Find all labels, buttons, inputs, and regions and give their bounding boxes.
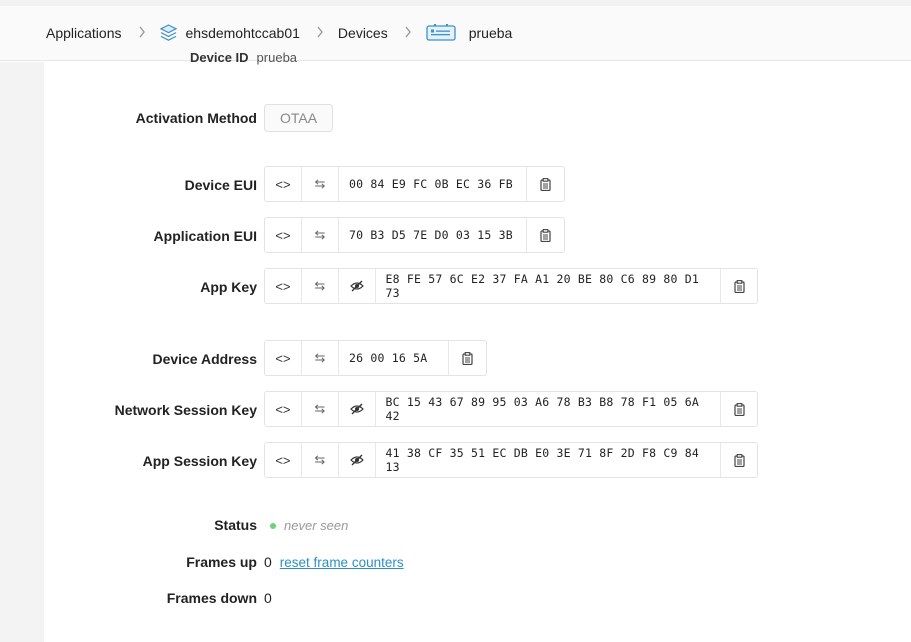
device-address-value[interactable]: 26 00 16 5A: [339, 341, 449, 375]
code-icon: <>: [275, 227, 291, 243]
swap-icon: ⇆: [314, 452, 326, 467]
clipboard-icon: [733, 279, 745, 293]
app-session-key-label: App Session Key: [142, 453, 257, 469]
frames-up-label: Frames up: [186, 554, 257, 570]
device-eui-label: Device EUI: [184, 177, 257, 193]
copy-button[interactable]: [721, 392, 757, 426]
device-address-row: Device Address <> ⇆ 26 00 16 5A: [44, 340, 911, 378]
eye-slash-icon: [349, 403, 364, 415]
activation-method-row: Activation Method OTAA: [44, 104, 911, 132]
app-key-label: App Key: [200, 279, 257, 295]
status-label: Status: [214, 517, 257, 533]
device-id-label: Device ID: [190, 50, 249, 65]
breadcrumb-device: prueba: [426, 23, 512, 43]
app-session-key-value[interactable]: 41 38 CF 35 51 EC DB E0 3E 71 8F 2D F8 C…: [376, 443, 722, 477]
swap-icon: ⇆: [314, 227, 326, 242]
clipboard-icon: [733, 402, 745, 416]
left-rail: [0, 62, 44, 642]
frames-up-value: 0: [264, 554, 272, 570]
code-icon: <>: [275, 176, 291, 192]
copy-button[interactable]: [527, 218, 563, 252]
visibility-toggle-button[interactable]: [339, 392, 376, 426]
device-eui-row: Device EUI <> ⇆ 00 84 E9 FC 0B EC 36 FB: [44, 166, 911, 204]
network-session-key-label: Network Session Key: [114, 402, 257, 418]
format-toggle-button[interactable]: <>: [265, 218, 302, 252]
device-address-label: Device Address: [152, 351, 257, 367]
application-eui-value[interactable]: 70 B3 D5 7E D0 03 15 3B: [339, 218, 527, 252]
byte-order-button[interactable]: ⇆: [302, 341, 339, 375]
application-eui-label: Application EUI: [153, 228, 257, 244]
byte-order-button[interactable]: ⇆: [302, 167, 339, 201]
device-id-row-clipped: Device ID prueba: [190, 46, 297, 66]
frames-down-row: Frames down 0: [44, 589, 911, 609]
breadcrumb-devices[interactable]: Devices: [338, 25, 388, 41]
format-toggle-button[interactable]: <>: [265, 392, 302, 426]
device-eui-value[interactable]: 00 84 E9 FC 0B EC 36 FB: [339, 167, 527, 201]
activation-method-badge: OTAA: [264, 104, 334, 132]
swap-icon: ⇆: [314, 278, 326, 293]
byte-order-button[interactable]: ⇆: [302, 269, 339, 303]
format-toggle-button[interactable]: <>: [265, 269, 302, 303]
copy-button[interactable]: [527, 167, 563, 201]
status-value: never seen: [284, 518, 349, 533]
copy-button[interactable]: [721, 443, 757, 477]
status-dot: [270, 522, 276, 529]
code-icon: <>: [275, 452, 291, 468]
format-toggle-button[interactable]: <>: [265, 341, 302, 375]
clipboard-icon: [733, 453, 745, 467]
network-session-key-value[interactable]: BC 15 43 67 89 95 03 A6 78 B3 B8 78 F1 0…: [376, 392, 722, 426]
byte-order-button[interactable]: ⇆: [302, 392, 339, 426]
clipboard-icon: [539, 177, 551, 191]
byte-order-button[interactable]: ⇆: [302, 218, 339, 252]
application-eui-row: Application EUI <> ⇆ 70 B3 D5 7E D0 03 1…: [44, 217, 911, 255]
app-key-value[interactable]: E8 FE 57 6C E2 37 FA A1 20 BE 80 C6 89 8…: [376, 269, 722, 303]
breadcrumb-application[interactable]: ehsdemohtccab01: [159, 24, 300, 42]
chevron-right-icon: [316, 26, 324, 41]
swap-icon: ⇆: [314, 350, 326, 365]
code-icon: <>: [275, 350, 291, 366]
frames-down-value: 0: [264, 590, 272, 606]
clipboard-icon: [539, 228, 551, 242]
frames-down-label: Frames down: [166, 590, 257, 606]
network-session-key-row: Network Session Key <> ⇆ BC 15 43 67 89 …: [44, 391, 911, 429]
eye-slash-icon: [349, 454, 364, 466]
visibility-toggle-button[interactable]: [339, 269, 376, 303]
application-eui-field: <> ⇆ 70 B3 D5 7E D0 03 15 3B: [264, 217, 565, 253]
activation-method-label: Activation Method: [135, 110, 257, 126]
swap-icon: ⇆: [314, 401, 326, 416]
network-session-key-field: <> ⇆ BC 15 43 67 89 95 03 A6 78 B3 B8 78…: [264, 391, 758, 427]
chevron-right-icon: [138, 26, 146, 41]
app-session-key-field: <> ⇆ 41 38 CF 35 51 EC DB E0 3E 71 8F 2D…: [264, 442, 758, 478]
status-row: Status never seen: [44, 516, 911, 536]
device-id-value: prueba: [256, 50, 298, 65]
format-toggle-button[interactable]: <>: [265, 443, 302, 477]
byte-order-button[interactable]: ⇆: [302, 443, 339, 477]
code-icon: <>: [275, 278, 291, 294]
reset-frame-counters-link[interactable]: reset frame counters: [280, 555, 404, 570]
frames-up-row: Frames up 0 reset frame counters: [44, 553, 911, 573]
layers-icon: [159, 24, 177, 42]
copy-button[interactable]: [721, 269, 757, 303]
code-icon: <>: [275, 401, 291, 417]
chevron-right-icon: [404, 26, 412, 41]
breadcrumb-applications[interactable]: Applications: [46, 25, 122, 41]
clipboard-icon: [461, 351, 473, 365]
breadcrumb: Applications ehsdemohtccab01 Devices pru…: [0, 6, 911, 61]
eye-slash-icon: [349, 280, 364, 292]
swap-icon: ⇆: [314, 176, 326, 191]
device-icon: [426, 23, 456, 43]
device-eui-field: <> ⇆ 00 84 E9 FC 0B EC 36 FB: [264, 166, 565, 202]
visibility-toggle-button[interactable]: [339, 443, 376, 477]
format-toggle-button[interactable]: <>: [265, 167, 302, 201]
copy-button[interactable]: [449, 341, 485, 375]
app-session-key-row: App Session Key <> ⇆ 41 38 CF 35 51 EC D…: [44, 442, 911, 480]
app-key-row: App Key <> ⇆ E8 FE 57 6C E2 37 FA A1 20 …: [44, 268, 911, 306]
app-key-field: <> ⇆ E8 FE 57 6C E2 37 FA A1 20 BE 80 C6…: [264, 268, 758, 304]
device-address-field: <> ⇆ 26 00 16 5A: [264, 340, 487, 376]
